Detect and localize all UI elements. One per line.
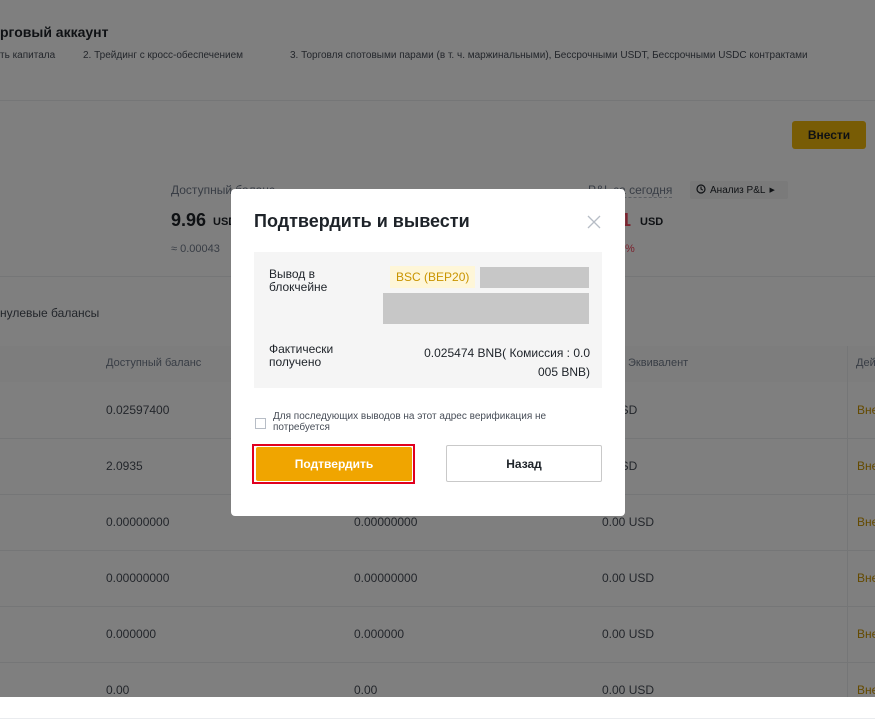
skip-verification-label[interactable]: Для последующих выводов на этот адрес ве… — [273, 411, 603, 433]
confirm-button[interactable]: Подтвердить — [256, 447, 412, 481]
label-line: Для последующих выводов на этот адрес ве… — [273, 411, 547, 422]
value-line: 0.025474 BNB( Комиссия : 0.0 — [424, 346, 590, 360]
redacted-address — [383, 293, 589, 324]
received-amount-value: 0.025474 BNB( Комиссия : 0.0 005 BNB) — [390, 344, 590, 382]
received-amount-label: Фактически получено — [269, 343, 333, 369]
value-line: 005 BNB) — [537, 365, 590, 379]
confirm-withdraw-dialog: Подтвердить и вывести Вывод в блокчейне … — [231, 189, 625, 516]
label-line: блокчейне — [269, 280, 328, 294]
close-icon[interactable] — [585, 213, 603, 231]
label-line: потребуется — [273, 422, 330, 433]
label-line: получено — [269, 355, 322, 369]
network-tag: BSC (BEP20) — [390, 266, 476, 288]
withdraw-network-label: Вывод в блокчейне — [269, 268, 327, 294]
back-button[interactable]: Назад — [446, 445, 602, 482]
withdraw-details-panel: Вывод в блокчейне BSC (BEP20) Фактически… — [254, 252, 602, 388]
redacted-address — [480, 267, 589, 288]
dialog-title: Подтвердить и вывести — [254, 211, 470, 231]
skip-verification-checkbox[interactable] — [255, 418, 266, 429]
